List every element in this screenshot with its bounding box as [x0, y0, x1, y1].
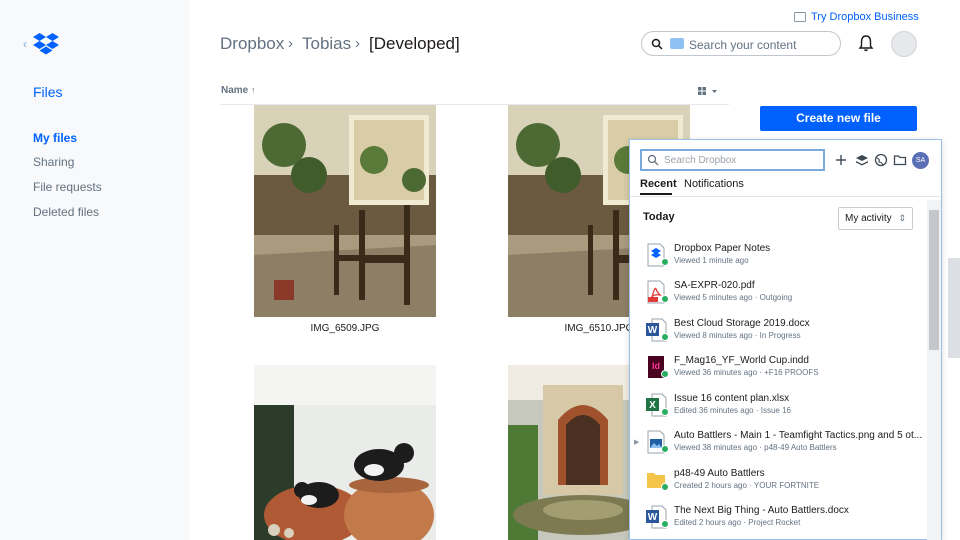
- photo-thumbnail[interactable]: [254, 105, 436, 317]
- item-name: The Next Big Thing - Auto Battlers.docx: [674, 505, 849, 516]
- breadcrumb-dropbox[interactable]: Dropbox: [220, 34, 284, 54]
- item-meta: Edited 2 hours ago · Project Rocket: [674, 518, 801, 527]
- item-name: Dropbox Paper Notes: [674, 243, 771, 254]
- dropbox-activity-popup: Search Dropbox SA Recent Notifications T…: [629, 139, 942, 540]
- item-name: Issue 16 content plan.xlsx: [674, 393, 790, 404]
- item-name: Auto Battlers - Main 1 - Teamfight Tacti…: [674, 430, 923, 441]
- item-name: SA-EXPR-020.pdf: [674, 280, 755, 291]
- item-meta: Viewed 38 minutes ago · p48-49 Auto Batt…: [674, 443, 837, 452]
- section-heading-today: Today: [643, 211, 675, 223]
- sidebar-title[interactable]: Files: [33, 84, 63, 100]
- search-placeholder: Search your content: [689, 38, 797, 52]
- item-name: Best Cloud Storage 2019.docx: [674, 318, 810, 329]
- sidebar-item-file-requests[interactable]: File requests: [33, 180, 102, 194]
- list-item[interactable]: X Issue 16 content plan.xlsx Edited 36 m…: [630, 391, 926, 428]
- item-meta: Created 2 hours ago · YOUR FORTNITE: [674, 481, 820, 490]
- item-meta: Viewed 5 minutes ago · Outgoing: [674, 293, 793, 302]
- breadcrumb-separator-icon: ›: [355, 35, 360, 52]
- sidebar-item-deleted-files[interactable]: Deleted files: [33, 205, 99, 219]
- breadcrumb-tobias[interactable]: Tobias: [302, 34, 351, 54]
- back-chevron-icon[interactable]: ‹: [23, 37, 27, 51]
- synced-check-icon: [661, 370, 669, 378]
- avatar[interactable]: [891, 31, 917, 57]
- synced-check-icon: [661, 445, 669, 453]
- popup-scrollbar-thumb[interactable]: [929, 210, 939, 350]
- active-tab-indicator: [640, 193, 672, 195]
- list-item[interactable]: Dropbox Paper Notes Viewed 1 minute ago: [630, 241, 926, 278]
- breadcrumb-current: [Developed]: [369, 34, 460, 53]
- item-name: p48-49 Auto Battlers: [674, 468, 765, 479]
- synced-check-icon: [661, 520, 669, 528]
- synced-check-icon: [661, 408, 669, 416]
- plus-icon[interactable]: [834, 153, 848, 167]
- popup-search-input[interactable]: Search Dropbox: [640, 149, 825, 171]
- sidebar: ‹ Files My files Sharing File requests D…: [0, 0, 190, 540]
- folder-icon: [670, 38, 684, 49]
- popup-divider: [630, 196, 941, 197]
- svg-text:X: X: [649, 400, 656, 411]
- app-window: ‹ Files My files Sharing File requests D…: [0, 0, 960, 540]
- photo-caption: IMG_6509.JPG: [310, 323, 380, 334]
- popup-search-placeholder: Search Dropbox: [664, 155, 737, 166]
- dropbox-logo-icon[interactable]: [33, 33, 59, 55]
- grid-view-icon[interactable]: [698, 86, 720, 96]
- list-item[interactable]: W The Next Big Thing - Auto Battlers.doc…: [630, 503, 926, 540]
- svg-text:W: W: [648, 325, 658, 336]
- briefcase-icon: [794, 12, 806, 22]
- item-meta: Viewed 1 minute ago: [674, 256, 749, 265]
- sidebar-item-my-files[interactable]: My files: [33, 131, 77, 145]
- sort-arrow-icon: ↑: [251, 85, 256, 95]
- svg-text:W: W: [648, 512, 658, 523]
- folder-icon[interactable]: [893, 153, 907, 167]
- bell-icon[interactable]: [858, 34, 874, 52]
- layers-icon[interactable]: [855, 153, 869, 167]
- user-avatar[interactable]: SA: [912, 152, 929, 169]
- search-icon: [651, 38, 663, 50]
- expand-caret-icon[interactable]: ▶: [634, 438, 639, 446]
- synced-check-icon: [661, 483, 669, 491]
- item-meta: Edited 36 minutes ago · Issue 16: [674, 406, 791, 415]
- list-item[interactable]: W Best Cloud Storage 2019.docx Viewed 8 …: [630, 316, 926, 353]
- list-item[interactable]: p48-49 Auto Battlers Created 2 hours ago…: [630, 466, 926, 503]
- tab-notifications[interactable]: Notifications: [684, 178, 744, 190]
- page-scrollbar[interactable]: [948, 258, 960, 358]
- svg-text:Id: Id: [652, 361, 660, 371]
- breadcrumb-separator-icon: ›: [288, 35, 293, 52]
- item-name: F_Mag16_YF_World Cup.indd: [674, 355, 809, 366]
- search-input[interactable]: Search your content: [641, 31, 841, 56]
- search-icon: [647, 154, 659, 166]
- synced-check-icon: [661, 258, 669, 266]
- activity-filter-select[interactable]: My activity ⇕: [838, 207, 913, 230]
- item-meta: Viewed 36 minutes ago · +F16 PROOFS: [674, 368, 819, 377]
- list-item[interactable]: ▶ Auto Battlers - Main 1 - Teamfight Tac…: [630, 428, 926, 465]
- try-business-link[interactable]: Try Dropbox Business: [811, 11, 919, 23]
- tab-recent[interactable]: Recent: [640, 178, 677, 190]
- sidebar-item-sharing[interactable]: Sharing: [33, 155, 74, 169]
- synced-check-icon: [661, 295, 669, 303]
- photo-thumbnail[interactable]: [254, 365, 436, 540]
- list-item[interactable]: Id F_Mag16_YF_World Cup.indd Viewed 36 m…: [630, 353, 926, 390]
- synced-check-icon: [661, 333, 669, 341]
- updown-arrow-icon: ⇕: [898, 213, 906, 223]
- globe-icon[interactable]: [874, 153, 888, 167]
- list-item[interactable]: SA-EXPR-020.pdf Viewed 5 minutes ago · O…: [630, 278, 926, 315]
- create-new-file-button[interactable]: Create new file: [760, 106, 917, 131]
- item-meta: Viewed 8 minutes ago · In Progress: [674, 331, 801, 340]
- name-column-header[interactable]: Name ↑: [221, 85, 256, 96]
